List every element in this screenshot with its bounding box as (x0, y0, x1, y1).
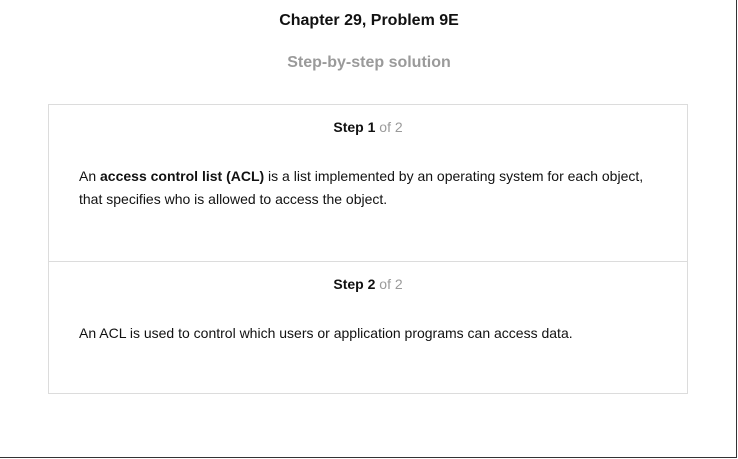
step-card-1: Step 1 of 2 An access control list (ACL)… (49, 105, 687, 262)
step-2-number: 2 (367, 276, 376, 292)
step-1-text-start: An (79, 168, 101, 184)
step-2-of-total: of 2 (379, 276, 403, 292)
step-1-header: Step 1 of 2 (49, 119, 687, 135)
step-2-text: An ACL is used to control which users or… (79, 325, 573, 341)
step-card-2: Step 2 of 2 An ACL is used to control wh… (49, 262, 687, 393)
step-2-header: Step 2 of 2 (49, 276, 687, 292)
steps-container: Step 1 of 2 An access control list (ACL)… (48, 104, 688, 394)
step-1-term: access control list (ACL) (100, 168, 265, 184)
solution-subtitle: Step-by-step solution (287, 54, 451, 71)
step-1-of-total: of 2 (379, 119, 403, 135)
step-2-label: Step (333, 276, 364, 292)
step-1-label: Step (333, 119, 364, 135)
step-1-number: 1 (367, 119, 376, 135)
page-title: Chapter 29, Problem 9E (279, 12, 459, 29)
step-1-text: An access control list (ACL) is a list i… (79, 165, 657, 211)
